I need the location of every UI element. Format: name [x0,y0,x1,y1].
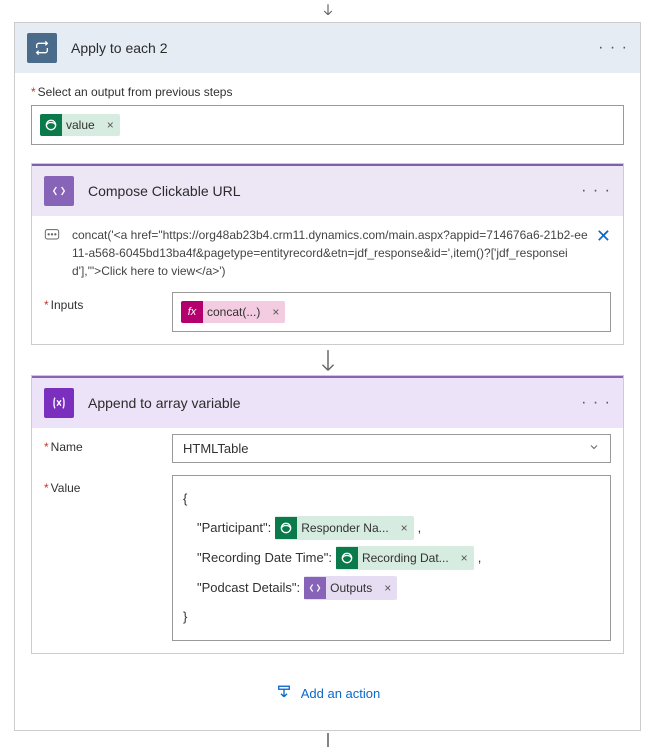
json-key: "Recording Date Time": [197,545,332,571]
json-token-remove[interactable]: × [455,546,474,570]
apply-to-each-header[interactable]: Apply to each 2 · · · [15,23,640,73]
output-from-previous-label: Select an output from previous steps [31,85,624,99]
flow-arrow-bottom [0,731,655,747]
loop-icon [27,33,57,63]
append-header[interactable]: Append to array variable · · · [32,376,623,428]
dataverse-icon [275,517,297,539]
output-from-previous-field[interactable]: value × [31,105,624,145]
json-trail: , [478,545,482,571]
append-menu[interactable]: · · · [581,394,611,412]
dataverse-icon [40,114,62,136]
compose-expression-text: concat('<a href="https://org48ab23b4.crm… [72,226,588,280]
compose-output-icon [304,577,326,599]
json-row: "Recording Date Time":Recording Dat...× … [183,544,600,572]
compose-header[interactable]: Compose Clickable URL · · · [32,164,623,216]
add-action-label: Add an action [301,686,381,701]
token-concat-remove[interactable]: × [266,305,285,319]
append-name-label: Name [44,434,172,454]
apply-to-each-menu[interactable]: · · · [598,39,628,57]
compose-expression-note: concat('<a href="https://org48ab23b4.crm… [32,216,623,286]
json-row: "Podcast Details":Outputs× [183,574,600,602]
fx-icon: fx [181,301,203,323]
flow-arrow-mid [317,351,339,373]
token-concat[interactable]: fx concat(...) × [181,301,285,323]
json-open-brace: { [183,486,600,512]
json-token-label: Outputs [326,576,378,600]
append-value-label: Value [44,475,172,495]
token-value-remove[interactable]: × [101,118,120,132]
apply-to-each-card: Apply to each 2 · · · Select an output f… [14,22,641,731]
json-key: "Participant": [197,515,271,541]
json-row: "Participant":Responder Na...× , [183,514,600,542]
note-icon [44,226,64,245]
add-action-button[interactable]: Add an action [15,654,640,730]
json-token[interactable]: Responder Na...× [275,516,413,540]
json-close-brace: } [183,604,600,630]
append-name-select[interactable]: HTMLTable [172,434,611,463]
append-title: Append to array variable [88,395,581,411]
variable-icon [44,388,74,418]
json-token-remove[interactable]: × [395,516,414,540]
compose-note-close[interactable]: ✕ [588,226,611,247]
compose-inputs-label: Inputs [44,292,172,312]
json-trail: , [418,515,422,541]
compose-inputs-field[interactable]: fx concat(...) × [172,292,611,332]
dataverse-icon [336,547,358,569]
compose-title: Compose Clickable URL [88,183,581,199]
flow-arrow-top [317,0,339,22]
append-value-field[interactable]: { "Participant":Responder Na...× ,"Recor… [172,475,611,641]
token-value-label: value [62,118,101,132]
add-action-icon [275,684,293,702]
token-concat-label: concat(...) [203,305,266,319]
token-value[interactable]: value × [40,114,120,136]
append-name-value: HTMLTable [183,441,249,456]
compose-card: Compose Clickable URL · · · concat('<a h… [31,163,624,345]
compose-menu[interactable]: · · · [581,182,611,200]
apply-to-each-title: Apply to each 2 [71,40,598,56]
json-token-label: Recording Dat... [358,546,455,570]
compose-icon [44,176,74,206]
json-token[interactable]: Recording Dat...× [336,546,474,570]
json-token-label: Responder Na... [297,516,394,540]
json-key: "Podcast Details": [197,575,300,601]
json-token-remove[interactable]: × [378,576,397,600]
append-card: Append to array variable · · · Name HTML… [31,375,624,654]
json-token[interactable]: Outputs× [304,576,397,600]
chevron-down-icon [588,441,600,456]
